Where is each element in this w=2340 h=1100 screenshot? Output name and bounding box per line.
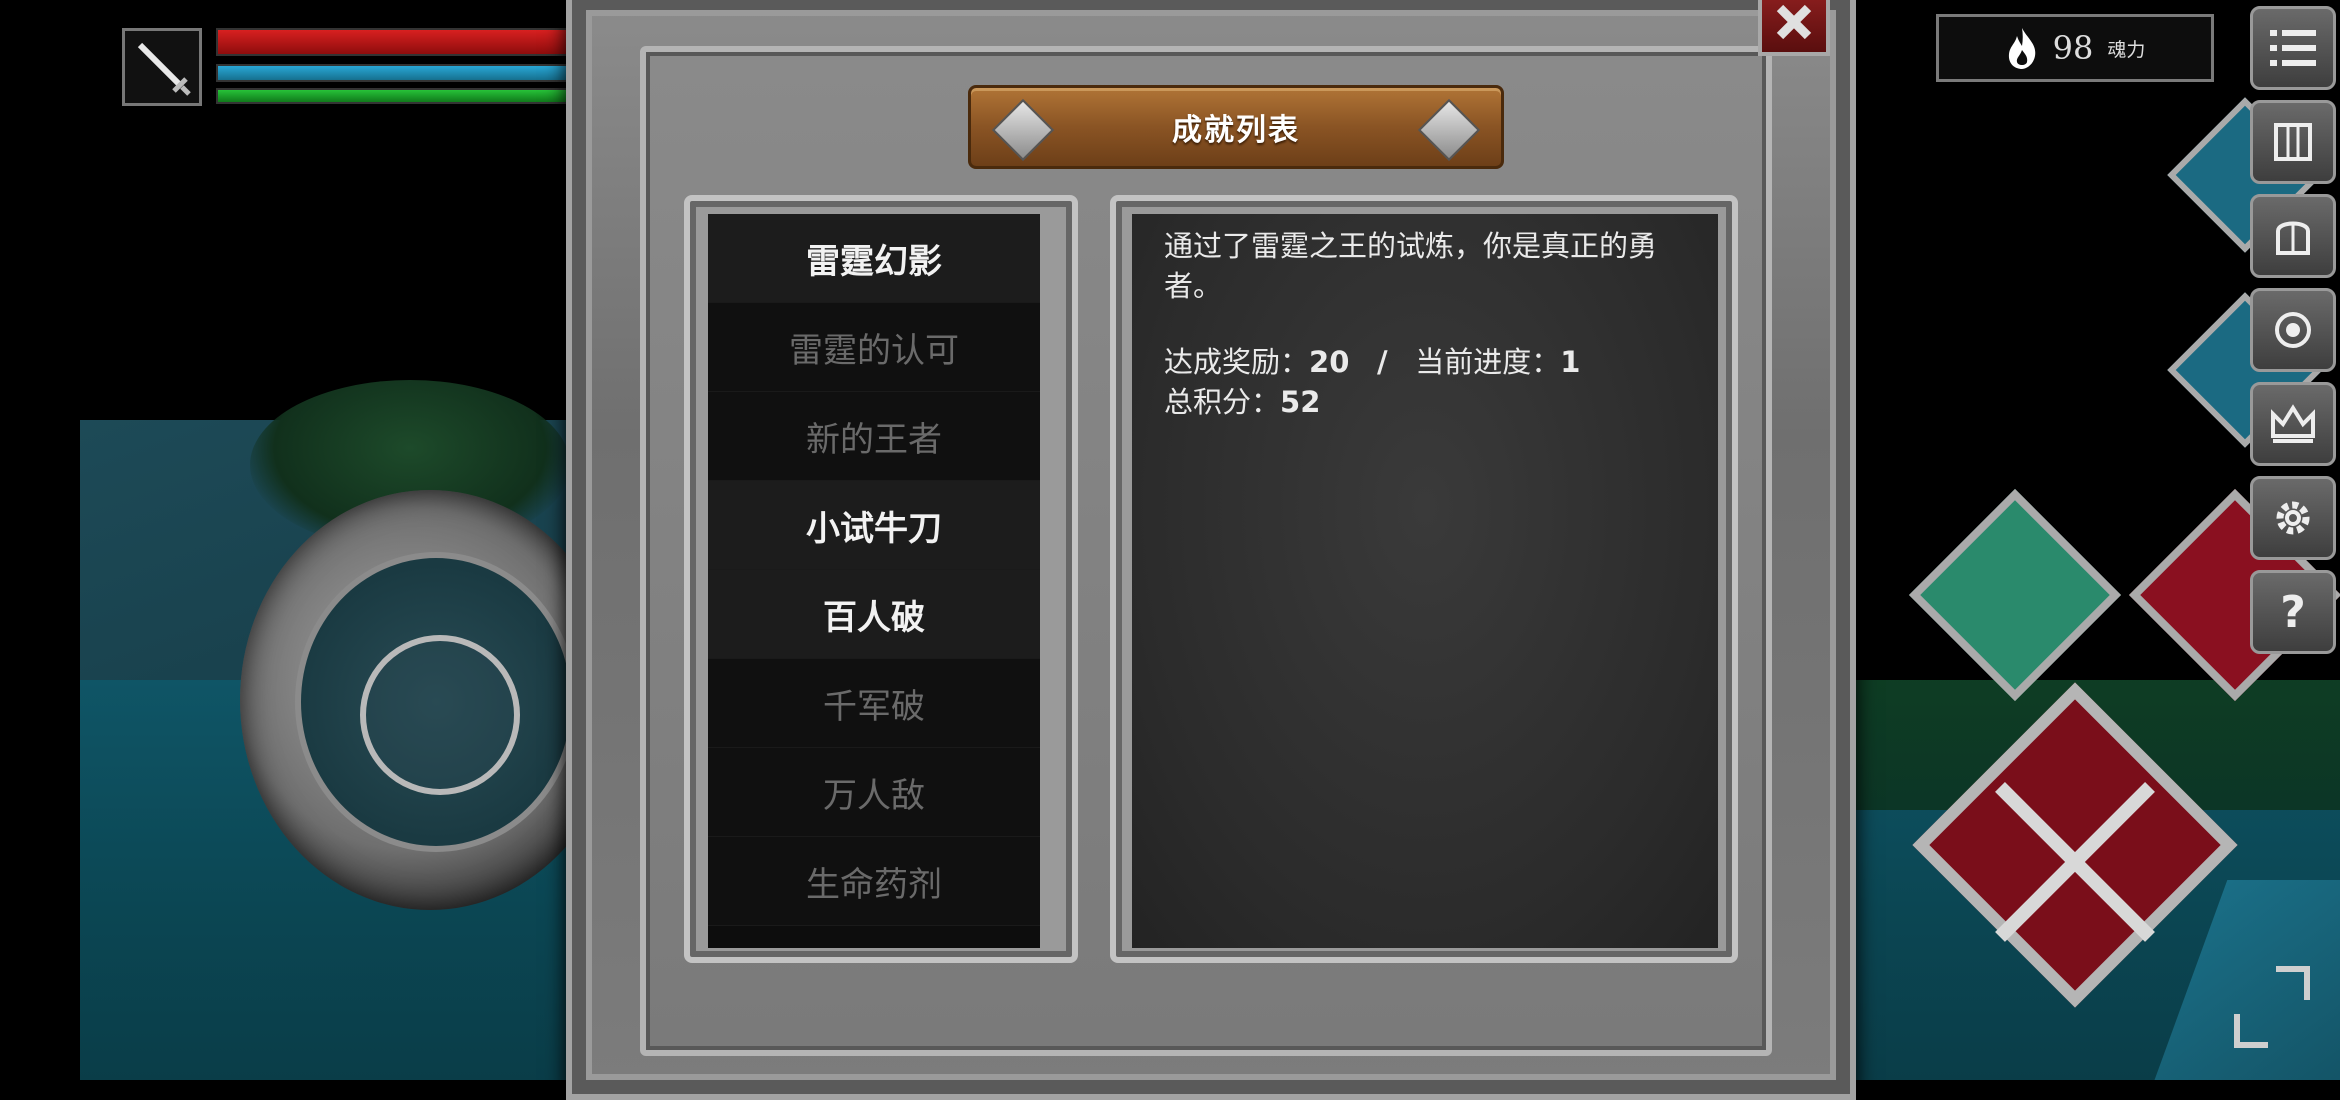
equipment-button[interactable] (2250, 194, 2336, 278)
reward-label: 达成奖励： (1164, 345, 1310, 379)
title-plank: 成就列表 (968, 85, 1504, 169)
collapse-corner-icon[interactable] (2234, 1014, 2268, 1048)
helmet-icon (2276, 221, 2310, 255)
achievement-item[interactable]: 万人敌 (708, 748, 1040, 837)
health-bar (216, 28, 586, 56)
joystick-thumb[interactable] (360, 635, 520, 795)
map-icon (2274, 123, 2312, 161)
soul-power-display: 98 魂力 (1936, 14, 2214, 82)
badge-button[interactable] (2250, 288, 2336, 372)
achievement-detail: 通过了雷霆之王的试炼，你是真正的勇者。 达成奖励：20 / 当前进度：1 总积分… (1132, 214, 1718, 948)
badge-icon (2275, 312, 2311, 348)
map-button[interactable] (2250, 100, 2336, 184)
mana-bar (216, 64, 586, 82)
panel-title: 成就列表 (1172, 113, 1300, 148)
crossed-swords-icon (1995, 782, 2155, 942)
close-button[interactable] (1758, 0, 1830, 56)
expand-corner-icon[interactable] (2276, 966, 2310, 1000)
separator: / (1377, 345, 1388, 379)
total-label: 总积分： (1164, 385, 1281, 419)
sword-icon (137, 42, 191, 96)
nail-icon (1417, 98, 1481, 162)
achievement-item[interactable]: 千军破 (708, 659, 1040, 748)
achievement-item[interactable]: 雷霆的认可 (708, 303, 1040, 392)
stamina-bar (216, 88, 586, 104)
menu-icon (2270, 30, 2316, 66)
gear-icon (2276, 501, 2310, 535)
achievements-button[interactable] (2250, 382, 2336, 466)
achievement-item[interactable]: 小试牛刀 (708, 481, 1040, 570)
progress-label: 当前进度： (1415, 345, 1561, 379)
flame-icon (2008, 28, 2035, 69)
achievement-description: 通过了雷霆之王的试炼，你是真正的勇者。 (1164, 229, 1658, 303)
total-score-line: 总积分：52 (1164, 382, 1686, 422)
menu-button[interactable] (2250, 6, 2336, 90)
help-button[interactable]: ? (2250, 570, 2336, 654)
weapon-slot[interactable] (122, 28, 202, 106)
reward-value: 20 (1309, 345, 1350, 379)
nail-icon (991, 98, 1055, 162)
help-icon: ? (2280, 586, 2306, 638)
close-icon (1776, 4, 1812, 40)
crown-icon (2271, 404, 2315, 443)
achievement-item[interactable]: 百人破 (708, 570, 1040, 659)
achievement-item[interactable]: 雷霆幻影 (708, 214, 1040, 303)
settings-button[interactable] (2250, 476, 2336, 560)
total-value: 52 (1280, 385, 1321, 419)
achievement-item[interactable]: 新的王者 (708, 392, 1040, 481)
soul-value: 98 (2052, 29, 2094, 67)
soul-label: 魂力 (2107, 38, 2146, 61)
achievement-item[interactable]: 生命药剂 (708, 837, 1040, 926)
reward-progress-line: 达成奖励：20 / 当前进度：1 (1164, 342, 1686, 382)
achievement-list[interactable]: 雷霆幻影 雷霆的认可 新的王者 小试牛刀 百人破 千军破 万人敌 生命药剂 (708, 214, 1040, 948)
progress-value: 1 (1560, 345, 1581, 379)
